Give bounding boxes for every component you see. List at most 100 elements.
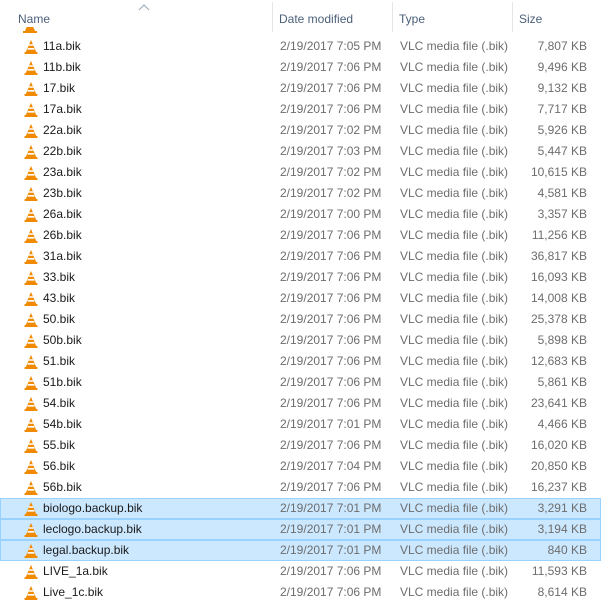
file-type-cell: VLC media file (.bik) xyxy=(400,186,509,200)
file-name-cell: 33.bik xyxy=(23,268,273,287)
file-row[interactable]: 23b.bik 2/19/2017 7:02 PM VLC media file (… xyxy=(0,183,601,204)
date-modified-cell: 2/19/2017 7:06 PM xyxy=(280,438,382,452)
file-name-cell: 23b.bik xyxy=(23,184,273,203)
file-type-cell: VLC media file (.bik) xyxy=(400,333,509,347)
file-size-cell: 4,581 KB xyxy=(537,186,587,200)
file-type-cell: VLC media file (.bik) xyxy=(400,396,509,410)
file-row[interactable]: 31a.bik 2/19/2017 7:06 PM VLC media file (… xyxy=(0,246,601,267)
vlc-cone-icon xyxy=(24,438,38,453)
date-modified-cell: 2/19/2017 7:06 PM xyxy=(280,333,382,347)
file-row[interactable]: 43.bik 2/19/2017 7:06 PM VLC media file (.… xyxy=(0,288,601,309)
file-type-cell: VLC media file (.bik) xyxy=(400,543,509,557)
vlc-cone-icon xyxy=(24,123,38,138)
file-name-cell: 51b.bik xyxy=(23,373,273,392)
file-name: 56.bik xyxy=(43,459,76,473)
file-row[interactable]: 51b.bik 2/19/2017 7:06 PM VLC media file (… xyxy=(0,372,601,393)
file-row[interactable]: 11b.bik 2/19/2017 7:06 PM VLC media file (… xyxy=(0,57,601,78)
file-type-cell: VLC media file (.bik) xyxy=(400,312,509,326)
file-name-cell: 11a.bik xyxy=(23,37,273,56)
file-row[interactable]: LIVE_1a.bik 2/19/2017 7:06 PM VLC media fi… xyxy=(0,561,601,582)
file-row[interactable]: 50b.bik 2/19/2017 7:06 PM VLC media file (… xyxy=(0,330,601,351)
file-name: 50b.bik xyxy=(43,333,82,347)
file-type-cell: VLC media file (.bik) xyxy=(400,522,509,536)
file-size-cell: 3,194 KB xyxy=(537,522,587,536)
date-modified-cell: 2/19/2017 7:06 PM xyxy=(280,228,382,242)
file-type-cell: VLC media file (.bik) xyxy=(400,39,509,53)
date-modified-cell: 2/19/2017 7:01 PM xyxy=(280,417,382,431)
vlc-cone-icon xyxy=(24,522,38,537)
file-row[interactable]: Live_1c.bik 2/19/2017 7:06 PM VLC media fi… xyxy=(0,582,601,603)
file-size-cell: 16,237 KB xyxy=(530,480,587,494)
file-type-cell: VLC media file (.bik) xyxy=(400,249,509,263)
file-row[interactable]: 56b.bik 2/19/2017 7:06 PM VLC media file (… xyxy=(0,477,601,498)
file-row[interactable]: 11a.bik 2/19/2017 7:05 PM VLC media file (… xyxy=(0,36,601,57)
file-row[interactable]: legal.backup.bik 2/19/2017 7:01 PM VLC med… xyxy=(0,540,601,561)
vlc-cone-icon xyxy=(24,165,38,180)
file-size-cell: 3,291 KB xyxy=(537,501,587,515)
file-type-cell: VLC media file (.bik) xyxy=(400,438,509,452)
file-size-cell: 11,256 KB xyxy=(531,228,587,242)
file-name-cell: 11b.bik xyxy=(23,58,273,77)
vlc-cone-icon xyxy=(24,81,38,96)
date-modified-cell: 2/19/2017 7:06 PM xyxy=(280,291,382,305)
file-row[interactable]: 51.bik 2/19/2017 7:06 PM VLC media file (.… xyxy=(0,351,601,372)
vlc-cone-icon xyxy=(24,543,38,558)
file-row[interactable]: 54b.bik 2/19/2017 7:01 PM VLC media file (… xyxy=(0,414,601,435)
file-row[interactable]: 50.bik 2/19/2017 7:06 PM VLC media file (.… xyxy=(0,309,601,330)
file-name-cell: 31a.bik xyxy=(23,247,273,266)
file-size-cell: 5,926 KB xyxy=(537,123,587,137)
date-modified-cell: 2/19/2017 7:06 PM xyxy=(280,585,382,599)
file-size-cell: 12,683 KB xyxy=(530,354,587,368)
vlc-cone-icon xyxy=(24,396,38,411)
file-type-cell: VLC media file (.bik) xyxy=(400,459,509,473)
date-modified-cell: 2/19/2017 7:06 PM xyxy=(280,81,382,95)
file-name: 26a.bik xyxy=(43,207,82,221)
date-modified-cell: 2/19/2017 7:06 PM xyxy=(280,480,382,494)
file-name-cell: 54b.bik xyxy=(23,415,273,434)
file-type-cell: VLC media file (.bik) xyxy=(400,123,509,137)
file-row[interactable]: 17.bik 2/19/2017 7:06 PM VLC media file (.… xyxy=(0,78,601,99)
file-row[interactable]: 56.bik 2/19/2017 7:04 PM VLC media file (.… xyxy=(0,456,601,477)
date-modified-cell: 2/19/2017 7:04 PM xyxy=(280,459,382,473)
file-name-cell: 56b.bik xyxy=(23,478,273,497)
file-name: 54.bik xyxy=(43,396,76,410)
date-modified-cell: 2/19/2017 7:06 PM xyxy=(280,270,382,284)
file-name-cell: LIVE_1a.bik xyxy=(23,562,273,581)
file-row[interactable]: 54.bik 2/19/2017 7:06 PM VLC media file (.… xyxy=(0,393,601,414)
file-name-cell: 17a.bik xyxy=(23,100,273,119)
file-row[interactable]: 17a.bik 2/19/2017 7:06 PM VLC media file (… xyxy=(0,99,601,120)
file-row[interactable]: 55.bik 2/19/2017 7:06 PM VLC media file (.… xyxy=(0,435,601,456)
file-name: 31a.bik xyxy=(43,249,82,263)
file-name-cell: 54.bik xyxy=(23,394,273,413)
file-type-cell: VLC media file (.bik) xyxy=(400,291,509,305)
file-name: legal.backup.bik xyxy=(43,543,130,557)
file-name: 51b.bik xyxy=(43,375,82,389)
file-row[interactable]: 23a.bik 2/19/2017 7:02 PM VLC media file (… xyxy=(0,162,601,183)
date-modified-cell: 2/19/2017 7:06 PM xyxy=(280,564,382,578)
file-row[interactable]: 22a.bik 2/19/2017 7:02 PM VLC media file (… xyxy=(0,120,601,141)
file-name-cell: 51.bik xyxy=(23,352,273,371)
date-modified-cell: 2/19/2017 7:01 PM xyxy=(280,501,382,515)
file-name-cell: biologo.backup.bik xyxy=(23,499,273,518)
file-name-cell: Live_1c.bik xyxy=(23,583,273,602)
date-modified-cell: 2/19/2017 7:00 PM xyxy=(280,207,382,221)
file-type-cell: VLC media file (.bik) xyxy=(400,480,509,494)
file-name-cell: 55.bik xyxy=(23,436,273,455)
file-name: 22a.bik xyxy=(43,123,82,137)
file-size-cell: 840 KB xyxy=(547,543,587,557)
scrollbar[interactable] xyxy=(597,0,601,608)
file-row[interactable]: biologo.backup.bik 2/19/2017 7:01 PM VLC m… xyxy=(0,498,601,519)
file-row[interactable]: 26b.bik 2/19/2017 7:06 PM VLC media file (… xyxy=(0,225,601,246)
file-row[interactable]: 22b.bik 2/19/2017 7:03 PM VLC media file (… xyxy=(0,141,601,162)
file-name-cell: leclogo.backup.bik xyxy=(23,520,273,539)
file-size-cell: 9,496 KB xyxy=(537,60,587,74)
file-size-cell: 25,378 KB xyxy=(530,312,587,326)
vlc-cone-icon xyxy=(24,207,38,222)
file-name: 43.bik xyxy=(43,291,76,305)
file-row[interactable]: 33.bik 2/19/2017 7:06 PM VLC media file (.… xyxy=(0,267,601,288)
file-type-cell: VLC media file (.bik) xyxy=(400,228,509,242)
file-row[interactable]: leclogo.backup.bik 2/19/2017 7:01 PM VLC m… xyxy=(0,519,601,540)
file-name: 11b.bik xyxy=(43,60,81,74)
file-type-cell: VLC media file (.bik) xyxy=(400,165,509,179)
file-row[interactable]: 26a.bik 2/19/2017 7:00 PM VLC media file (… xyxy=(0,204,601,225)
